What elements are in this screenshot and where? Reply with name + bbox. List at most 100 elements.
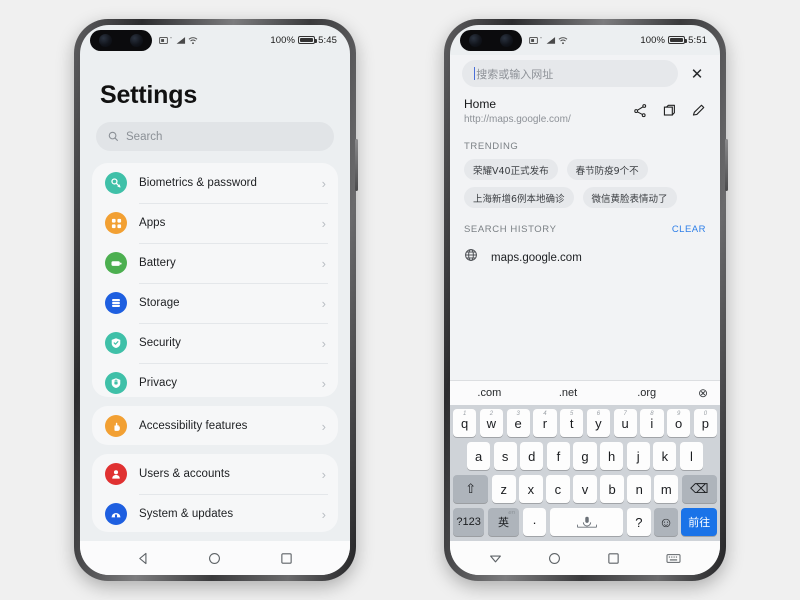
go-key[interactable]: 前往 bbox=[681, 508, 718, 536]
key-sup: 0 bbox=[703, 410, 708, 417]
symbols-key[interactable]: ?123 bbox=[453, 508, 485, 536]
sidebar-item-label: Battery bbox=[139, 257, 176, 270]
sidebar-item-privacy[interactable]: Privacy › bbox=[92, 363, 338, 397]
sidebar-item-storage[interactable]: Storage › bbox=[92, 283, 338, 323]
sidebar-item-security[interactable]: Security › bbox=[92, 323, 338, 363]
chevron-right-icon: › bbox=[321, 375, 326, 391]
screenshot-stage: " 100% 5:45 Settings Search Biometrics &… bbox=[0, 0, 800, 600]
suggestion-org[interactable]: .org bbox=[607, 387, 686, 399]
sidebar-item-label: Apps bbox=[139, 217, 166, 230]
key-w[interactable]: 2w bbox=[479, 409, 503, 437]
sidebar-item-system-updates[interactable]: System & updates › bbox=[92, 494, 338, 532]
trending-chip[interactable]: 春节防疫9个不 bbox=[566, 159, 648, 180]
key-b[interactable]: b bbox=[600, 475, 624, 503]
edit-pencil-icon[interactable] bbox=[691, 103, 706, 123]
svg-text:": " bbox=[170, 36, 172, 41]
virtual-keyboard: 1q 2w 3e 4r 5t 6y 7u 8i 9o 0p a s d f g … bbox=[450, 405, 720, 541]
key-q[interactable]: 1q bbox=[453, 409, 477, 437]
key-d[interactable]: d bbox=[520, 442, 544, 470]
key-h[interactable]: h bbox=[600, 442, 624, 470]
microphone-icon bbox=[576, 516, 597, 528]
clear-history-button[interactable]: CLEAR bbox=[672, 224, 706, 235]
search-history-heading: SEARCH HISTORY CLEAR bbox=[450, 208, 720, 242]
key-n[interactable]: n bbox=[627, 475, 651, 503]
status-left-icons: " bbox=[159, 36, 198, 45]
key-a[interactable]: a bbox=[467, 442, 491, 470]
key-r[interactable]: 4r bbox=[533, 409, 557, 437]
key-l[interactable]: l bbox=[679, 442, 703, 470]
tabs-cube-icon[interactable] bbox=[662, 103, 677, 123]
sidebar-item-accessibility[interactable]: Accessibility features › bbox=[92, 406, 338, 445]
key-y[interactable]: 6y bbox=[586, 409, 610, 437]
suggestion-com[interactable]: .com bbox=[450, 387, 529, 399]
back-triangle-icon[interactable] bbox=[137, 552, 150, 565]
home-circle-icon[interactable] bbox=[548, 552, 561, 565]
camera-lens-right bbox=[500, 33, 513, 47]
key-p[interactable]: 0p bbox=[693, 409, 717, 437]
key-i[interactable]: 8i bbox=[640, 409, 664, 437]
trending-chip[interactable]: 微信黄脸表情动了 bbox=[582, 187, 677, 208]
list-item[interactable]: maps.google.com bbox=[450, 242, 720, 273]
chevron-right-icon: › bbox=[321, 466, 326, 482]
trending-chip[interactable]: 荣耀V40正式发布 bbox=[464, 159, 558, 180]
key-j[interactable]: j bbox=[626, 442, 650, 470]
language-toggle-key[interactable]: 英 en bbox=[487, 508, 520, 536]
keyboard-row-3: ⇧ z x c v b n m ⌫ bbox=[453, 475, 717, 503]
key-s[interactable]: s bbox=[493, 442, 517, 470]
key-c[interactable]: c bbox=[546, 475, 570, 503]
key-sup: 4 bbox=[543, 410, 547, 417]
suggestion-delete-icon[interactable]: ⊗ bbox=[686, 386, 720, 400]
trending-chip[interactable]: 上海新增6例本地确诊 bbox=[464, 187, 574, 208]
key-e[interactable]: 3e bbox=[506, 409, 530, 437]
key-t[interactable]: 5t bbox=[560, 409, 584, 437]
question-mark-key[interactable]: ? bbox=[626, 508, 651, 536]
key-f[interactable]: f bbox=[546, 442, 570, 470]
settings-scroll-area[interactable]: Settings Search Biometrics & password › bbox=[80, 55, 350, 541]
chevron-right-icon: › bbox=[321, 175, 326, 191]
home-bookmark-info[interactable]: Home http://maps.google.com/ bbox=[464, 97, 633, 125]
sim-card-icon bbox=[159, 36, 168, 44]
signal-bars-icon bbox=[176, 36, 186, 44]
trending-chip-list: 荣耀V40正式发布 春节防疫9个不 上海新增6例本地确诊 微信黄脸表情动了 bbox=[450, 159, 720, 208]
sidebar-item-apps[interactable]: Apps › bbox=[92, 203, 338, 243]
key-m[interactable]: m bbox=[654, 475, 679, 503]
key-k[interactable]: k bbox=[653, 442, 677, 470]
share-icon[interactable] bbox=[633, 103, 648, 123]
key-label: n bbox=[635, 481, 643, 497]
key-o[interactable]: 9o bbox=[667, 409, 691, 437]
sidebar-item-biometrics[interactable]: Biometrics & password › bbox=[92, 163, 338, 203]
hide-keyboard-triangle-icon[interactable] bbox=[489, 552, 502, 565]
recents-square-icon[interactable] bbox=[280, 552, 293, 565]
space-key[interactable] bbox=[549, 508, 624, 536]
key-label: h bbox=[607, 448, 616, 464]
sidebar-item-users-accounts[interactable]: Users & accounts › bbox=[92, 454, 338, 494]
keyboard-icon[interactable] bbox=[666, 552, 681, 565]
key-label: a bbox=[474, 448, 483, 464]
recents-square-icon[interactable] bbox=[607, 552, 620, 565]
key-u[interactable]: 7u bbox=[613, 409, 637, 437]
address-bar-row: 搜索或输入网址 ✕ bbox=[450, 55, 720, 94]
key-label: w bbox=[486, 415, 497, 431]
sidebar-item-battery[interactable]: Battery › bbox=[92, 243, 338, 283]
punch-hole-camera bbox=[460, 29, 522, 51]
camera-lens-left bbox=[99, 33, 112, 47]
key-label: o bbox=[675, 415, 683, 431]
suggestion-net[interactable]: .net bbox=[529, 387, 608, 399]
sidebar-item-label: Storage bbox=[139, 297, 180, 310]
shift-key[interactable]: ⇧ bbox=[453, 475, 489, 503]
key-x[interactable]: x bbox=[519, 475, 543, 503]
home-circle-icon[interactable] bbox=[208, 552, 221, 565]
key-v[interactable]: v bbox=[573, 475, 597, 503]
close-icon[interactable]: ✕ bbox=[684, 65, 710, 83]
emoji-icon[interactable]: ☺ bbox=[654, 508, 678, 536]
search-input[interactable]: Search bbox=[96, 122, 334, 152]
backspace-key[interactable]: ⌫ bbox=[681, 475, 717, 503]
period-key[interactable]: · bbox=[522, 508, 547, 536]
key-g[interactable]: g bbox=[573, 442, 597, 470]
system-update-icon bbox=[105, 503, 127, 526]
address-input[interactable]: 搜索或输入网址 bbox=[462, 60, 678, 87]
key-z[interactable]: z bbox=[491, 475, 516, 503]
key-label: y bbox=[595, 415, 602, 431]
battery-icon bbox=[668, 35, 687, 45]
key-label: x bbox=[527, 481, 535, 497]
